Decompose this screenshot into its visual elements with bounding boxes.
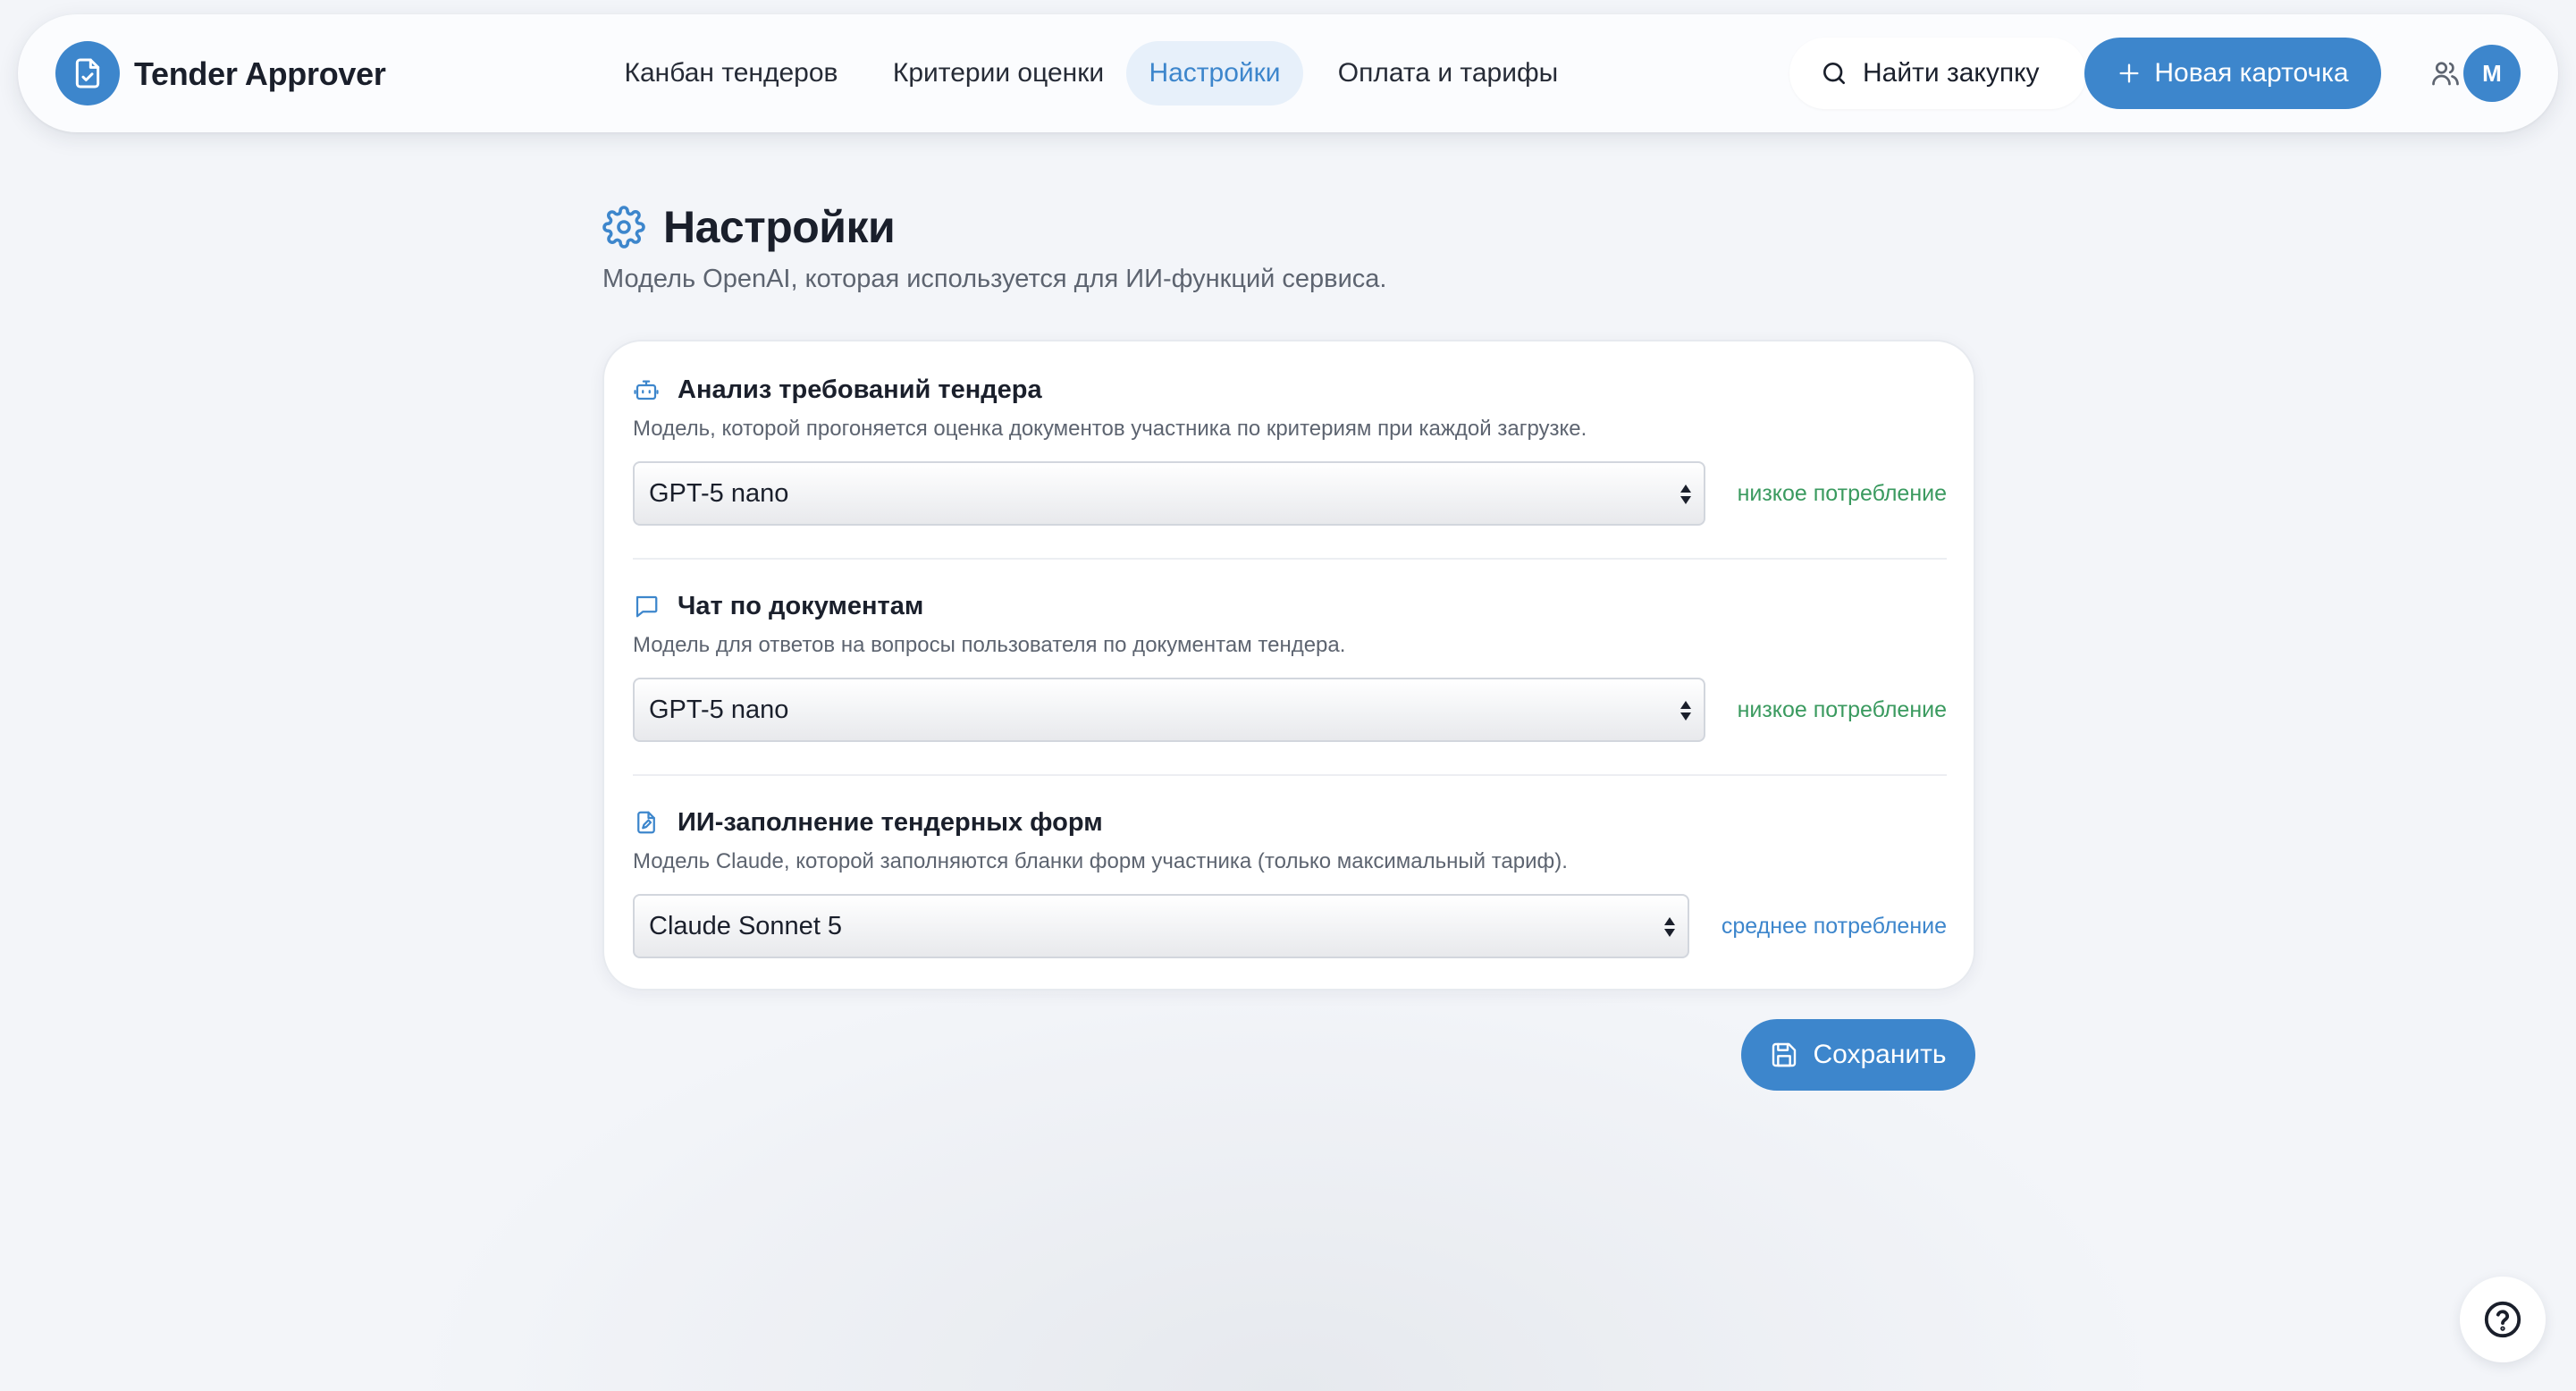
nav-item-settings[interactable]: Настройки	[1126, 41, 1303, 105]
search-icon	[1823, 63, 1845, 84]
section-document-chat: Чат по документам Модель для ответов на …	[633, 588, 1947, 749]
model-select-form-autofill[interactable]: Claude Sonnet 5	[633, 894, 1689, 958]
nav-item-kanban[interactable]: Канбан тендеров	[611, 41, 851, 105]
users-icon	[2432, 62, 2459, 86]
new-card-button[interactable]: Новая карточка	[2084, 38, 2381, 109]
floppy-disk-icon	[1772, 1042, 1797, 1067]
app-brand: Tender Approver	[134, 55, 386, 92]
chat-icon	[636, 595, 658, 618]
select-value: GPT-5 nano	[649, 695, 789, 724]
section-description: Модель для ответов на вопросы пользовате…	[633, 633, 1346, 657]
usage-badge: низкое потребление	[1737, 481, 1947, 506]
app-logo[interactable]	[55, 41, 120, 105]
section-tender-analysis: Анализ требований тендера Модель, которо…	[633, 372, 1947, 533]
new-card-button-label: Новая карточка	[2154, 58, 2349, 88]
search-button-label: Найти закупку	[1863, 58, 2040, 88]
model-select-document-chat[interactable]: GPT-5 nano	[633, 678, 1705, 742]
save-button-label: Сохранить	[1813, 1040, 1947, 1069]
section-header: Анализ требований тендера	[633, 372, 1042, 408]
search-button[interactable]: Найти закупку	[1789, 38, 2086, 109]
select-arrows-icon	[1679, 481, 1693, 508]
save-button[interactable]: Сохранить	[1741, 1019, 1975, 1091]
page-title: Настройки	[663, 202, 896, 252]
user-avatar[interactable]: M	[2463, 45, 2521, 102]
section-header: Чат по документам	[633, 588, 923, 624]
question-circle-icon	[2484, 1301, 2521, 1338]
section-form-autofill: ИИ-заполнение тендерных форм Модель Clau…	[633, 805, 1947, 965]
gear-icon	[602, 206, 645, 249]
nav-item-billing[interactable]: Оплата и тарифы	[1319, 41, 1577, 105]
section-divider	[633, 774, 1947, 776]
nav-item-criteria[interactable]: Критерии оценки	[869, 41, 1128, 105]
page-subtitle: Модель OpenAI, которая используется для …	[602, 265, 1387, 293]
help-button[interactable]	[2460, 1277, 2546, 1362]
select-arrows-icon	[1663, 914, 1677, 940]
section-title: Анализ требований тендера	[678, 375, 1042, 404]
top-navbar: Tender Approver Канбан тендеров Критерии…	[18, 14, 2558, 132]
model-select-tender-analysis[interactable]: GPT-5 nano	[633, 461, 1705, 526]
section-divider	[633, 558, 1947, 560]
usage-badge: низкое потребление	[1737, 697, 1947, 722]
robot-icon	[634, 380, 659, 400]
section-header: ИИ-заполнение тендерных форм	[633, 805, 1103, 840]
section-title: ИИ-заполнение тендерных форм	[678, 807, 1103, 837]
document-edit-icon	[637, 811, 655, 834]
select-arrows-icon	[1679, 697, 1693, 724]
section-title: Чат по документам	[678, 591, 924, 620]
plus-icon	[2119, 63, 2139, 83]
usage-badge: среднее потребление	[1721, 914, 1947, 939]
settings-card: Анализ требований тендера Модель, которо…	[602, 340, 1975, 991]
select-value: Claude Sonnet 5	[649, 911, 843, 940]
page-header: Настройки	[602, 200, 896, 254]
users-button[interactable]	[2424, 52, 2467, 95]
document-check-icon	[75, 58, 100, 89]
section-description: Модель, которой прогоняется оценка докум…	[633, 417, 1587, 441]
select-value: GPT-5 nano	[649, 478, 789, 508]
section-description: Модель Claude, которой заполняются бланк…	[633, 849, 1568, 873]
